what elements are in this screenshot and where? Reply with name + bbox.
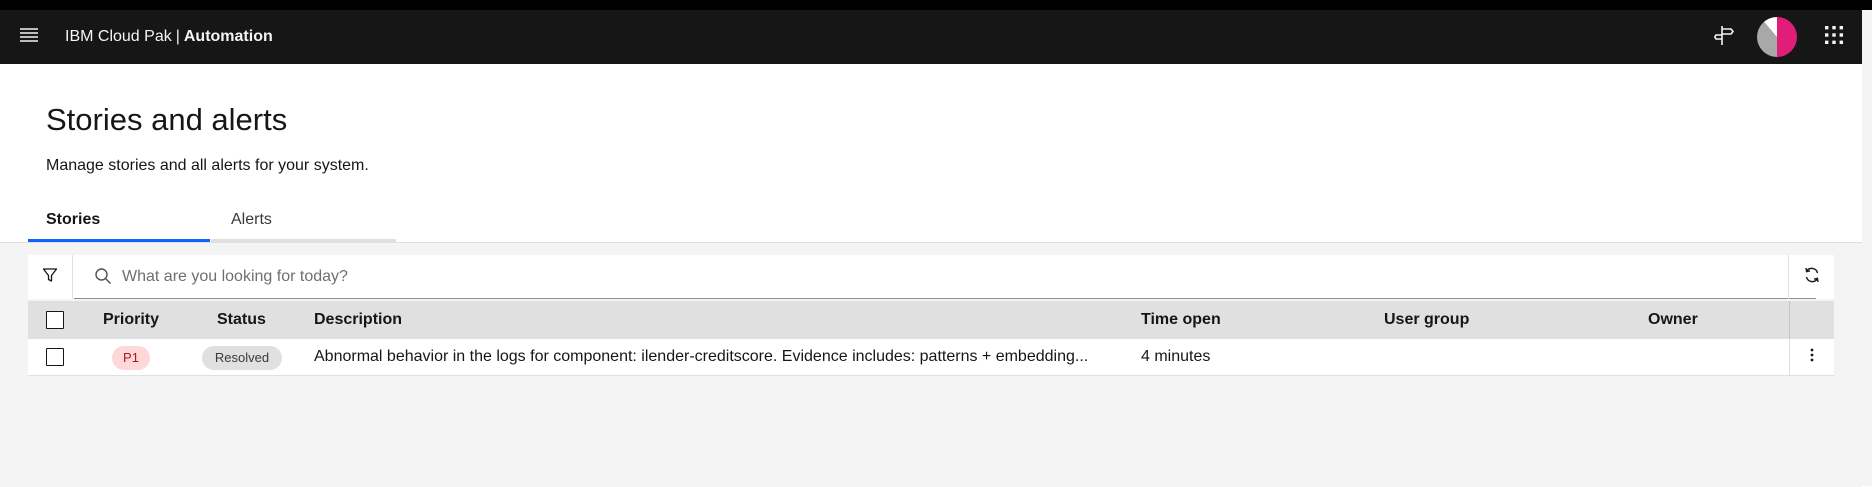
tab-stories[interactable]: Stories bbox=[28, 200, 210, 242]
search-input[interactable] bbox=[122, 255, 1762, 298]
column-header-time-open[interactable]: Time open bbox=[1141, 301, 1221, 339]
search-icon bbox=[94, 267, 114, 287]
signpost-icon bbox=[1713, 24, 1735, 51]
app-switcher-button[interactable] bbox=[1815, 18, 1853, 56]
app-header: IBM Cloud Pak | Automation bbox=[0, 10, 1862, 64]
avatar[interactable] bbox=[1757, 17, 1797, 57]
row-checkbox[interactable] bbox=[46, 348, 64, 366]
filter-button[interactable] bbox=[28, 255, 73, 299]
table-row[interactable]: P1 Resolved Abnormal behavior in the log… bbox=[28, 339, 1834, 376]
brand-product: Automation bbox=[183, 28, 273, 45]
column-header-owner[interactable]: Owner bbox=[1648, 301, 1698, 339]
menu-icon bbox=[19, 27, 39, 48]
tab-label: Alerts bbox=[231, 210, 272, 228]
filter-icon bbox=[42, 267, 58, 288]
tab-label: Stories bbox=[46, 210, 101, 228]
select-all-checkbox[interactable] bbox=[46, 311, 64, 329]
page-scrollbar[interactable] bbox=[1862, 10, 1872, 486]
page-subtitle: Manage stories and all alerts for your s… bbox=[46, 157, 369, 174]
table-header: Priority Status Description Time open Us… bbox=[28, 301, 1834, 339]
menu-button[interactable] bbox=[10, 18, 48, 56]
tab-alerts[interactable]: Alerts bbox=[211, 200, 396, 242]
row-time-open: 4 minutes bbox=[1141, 348, 1211, 365]
refresh-button[interactable] bbox=[1788, 255, 1834, 299]
app-switcher-icon bbox=[1824, 25, 1844, 50]
table-toolbar bbox=[28, 255, 1834, 299]
column-header-status[interactable]: Status bbox=[217, 301, 266, 339]
row-description[interactable]: Abnormal behavior in the logs for compon… bbox=[314, 339, 1088, 375]
search-box bbox=[74, 255, 1816, 299]
overflow-menu-icon bbox=[1810, 348, 1814, 367]
stories-panel: Priority Status Description Time open Us… bbox=[0, 242, 1862, 487]
column-header-actions bbox=[1789, 301, 1834, 339]
column-header-priority[interactable]: Priority bbox=[103, 301, 159, 339]
brand-separator: | bbox=[175, 28, 180, 45]
column-header-description[interactable]: Description bbox=[314, 301, 402, 339]
guide-button[interactable] bbox=[1705, 18, 1743, 56]
status-badge: Resolved bbox=[202, 346, 282, 370]
product-name[interactable]: IBM Cloud Pak | Automation bbox=[65, 10, 273, 64]
top-strip bbox=[0, 0, 1872, 10]
row-overflow-button[interactable] bbox=[1789, 339, 1834, 375]
page-title: Stories and alerts bbox=[46, 102, 288, 137]
brand-prefix: IBM Cloud Pak bbox=[65, 28, 172, 45]
priority-tag: P1 bbox=[112, 346, 150, 370]
column-header-user-group[interactable]: User group bbox=[1384, 301, 1469, 339]
refresh-icon bbox=[1803, 266, 1821, 289]
